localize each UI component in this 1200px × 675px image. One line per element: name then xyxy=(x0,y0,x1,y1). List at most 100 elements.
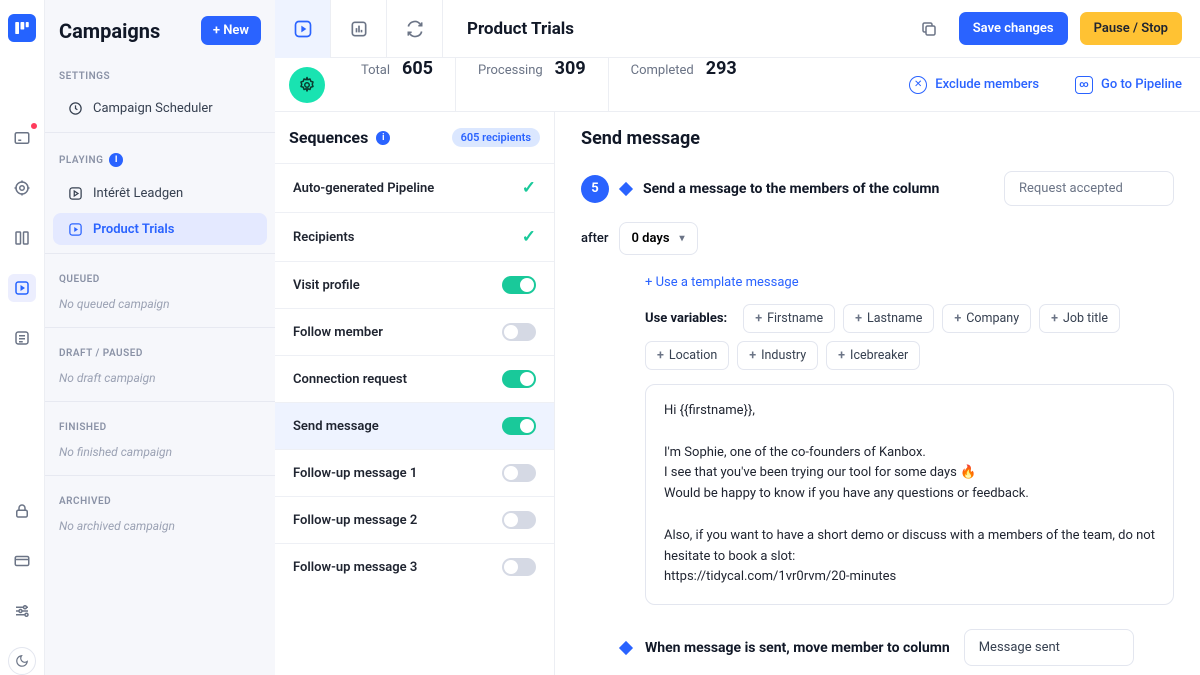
sequence-label: Follow-up message 2 xyxy=(293,513,417,528)
sequence-row[interactable]: Follow-up message 3 xyxy=(275,543,554,590)
sequences-panel: Sequences i 605 recipients Auto-generate… xyxy=(275,112,555,675)
info-icon[interactable]: i xyxy=(376,131,390,145)
x-circle-icon: ✕ xyxy=(909,76,927,94)
sequence-label: Follow-up message 1 xyxy=(293,466,417,481)
section-draft: DRAFT / PAUSED xyxy=(45,334,275,367)
list-icon[interactable] xyxy=(8,324,36,352)
sequence-row[interactable]: Recipients ✓ xyxy=(275,212,554,261)
delay-select[interactable]: 0 days ▾ xyxy=(619,222,698,255)
plus-icon: + xyxy=(855,311,862,326)
lock-icon[interactable] xyxy=(8,497,36,525)
sequences-title: Sequences xyxy=(289,128,368,147)
toggle[interactable] xyxy=(502,370,536,388)
variable-chip[interactable]: +Firstname xyxy=(743,304,835,333)
toggle[interactable] xyxy=(502,276,536,294)
archived-empty: No archived campaign xyxy=(45,515,275,543)
toggle[interactable] xyxy=(502,558,536,576)
campaign-scheduler-item[interactable]: Campaign Scheduler xyxy=(53,92,267,124)
theme-toggle-icon[interactable] xyxy=(8,647,36,675)
chevron-down-icon: ▾ xyxy=(680,233,685,244)
diamond-icon xyxy=(619,641,633,655)
step-title: Send a message to the members of the col… xyxy=(643,181,939,197)
after-label: after xyxy=(581,231,609,246)
toggle[interactable] xyxy=(502,464,536,482)
sequence-row[interactable]: Follow member xyxy=(275,308,554,355)
section-finished: FINISHED xyxy=(45,408,275,441)
sequence-label: Follow-up message 3 xyxy=(293,560,417,575)
check-icon: ✓ xyxy=(522,227,536,247)
step-number: 5 xyxy=(581,175,609,203)
billing-icon[interactable] xyxy=(8,547,36,575)
save-button[interactable]: Save changes xyxy=(959,12,1068,45)
section-settings: SETTINGS xyxy=(45,57,275,90)
draft-empty: No draft campaign xyxy=(45,367,275,395)
exclude-members-link[interactable]: ✕ Exclude members xyxy=(891,76,1057,94)
pipeline-icon: ∞ xyxy=(1075,76,1093,94)
gear-icon[interactable] xyxy=(289,67,325,103)
tool-sync-icon[interactable] xyxy=(387,0,443,58)
stat-total-value: 605 xyxy=(402,58,433,79)
sequence-label: Follow member xyxy=(293,325,383,340)
stat-completed-label: Completed xyxy=(631,63,694,78)
campaign-title: Product Trials xyxy=(443,19,911,39)
variable-chip[interactable]: +Job title xyxy=(1039,304,1120,333)
toggle[interactable] xyxy=(502,511,536,529)
sequence-row[interactable]: Send message xyxy=(275,402,554,449)
diamond-icon xyxy=(619,181,633,195)
plus-icon: + xyxy=(1051,311,1058,326)
main-area: Product Trials Save changes Pause / Stop… xyxy=(275,0,1200,675)
move-column-selector[interactable]: Message sent xyxy=(964,629,1134,666)
campaigns-icon[interactable] xyxy=(8,274,36,302)
sequence-label: Visit profile xyxy=(293,278,360,293)
sequence-label: Send message xyxy=(293,419,379,434)
variable-chip[interactable]: +Icebreaker xyxy=(826,341,920,370)
sequence-row[interactable]: Follow-up message 1 xyxy=(275,449,554,496)
toggle[interactable] xyxy=(502,417,536,435)
pause-button[interactable]: Pause / Stop xyxy=(1080,12,1182,45)
copy-icon[interactable] xyxy=(911,11,947,47)
tool-play-icon[interactable] xyxy=(275,0,331,58)
variable-chip[interactable]: +Company xyxy=(942,304,1031,333)
variable-chip[interactable]: +Lastname xyxy=(843,304,934,333)
nav-rail xyxy=(0,0,45,675)
topbar: Product Trials Save changes Pause / Stop xyxy=(275,0,1200,58)
toggle[interactable] xyxy=(502,323,536,341)
board-icon[interactable] xyxy=(8,224,36,252)
template-link[interactable]: + Use a template message xyxy=(645,275,1174,290)
sequence-row[interactable]: Connection request xyxy=(275,355,554,402)
info-icon[interactable]: i xyxy=(109,153,123,167)
sequence-row[interactable]: Visit profile xyxy=(275,261,554,308)
settings-sliders-icon[interactable] xyxy=(8,597,36,625)
campaigns-panel: Campaigns + New SETTINGS Campaign Schedu… xyxy=(45,0,275,675)
sequence-label: Recipients xyxy=(293,230,354,245)
app-logo[interactable] xyxy=(8,14,36,42)
go-pipeline-link[interactable]: ∞ Go to Pipeline xyxy=(1057,76,1200,94)
tool-stats-icon[interactable] xyxy=(331,0,387,58)
playing-item-0[interactable]: Intérêt Leadgen xyxy=(53,177,267,209)
queued-empty: No queued campaign xyxy=(45,293,275,321)
message-textarea[interactable]: Hi {{firstname}}, I'm Sophie, one of the… xyxy=(645,384,1174,605)
sequence-label: Connection request xyxy=(293,372,407,387)
sequence-row[interactable]: Auto-generated Pipeline✓ xyxy=(275,163,554,212)
plus-icon: + xyxy=(657,348,664,363)
vars-label: Use variables: xyxy=(645,311,727,326)
finished-empty: No finished campaign xyxy=(45,441,275,469)
target-icon[interactable] xyxy=(8,174,36,202)
variable-chip[interactable]: +Industry xyxy=(737,341,818,370)
item-label: Intérêt Leadgen xyxy=(93,186,183,201)
variable-chip[interactable]: +Location xyxy=(645,341,729,370)
section-playing: PLAYING i xyxy=(45,139,275,175)
section-queued: QUEUED xyxy=(45,260,275,293)
plus-icon: + xyxy=(755,311,762,326)
stat-processing-label: Processing xyxy=(478,63,543,78)
column-selector[interactable]: Request accepted xyxy=(1004,171,1174,206)
recipients-badge: 605 recipients xyxy=(452,128,540,147)
new-campaign-button[interactable]: + New xyxy=(201,16,261,45)
inbox-icon[interactable] xyxy=(8,124,36,152)
play-icon xyxy=(67,221,83,237)
check-icon: ✓ xyxy=(522,178,536,198)
stat-processing-value: 309 xyxy=(555,58,586,79)
playing-item-1[interactable]: Product Trials xyxy=(53,213,267,245)
editor-heading: Send message xyxy=(581,128,1174,149)
sequence-row[interactable]: Follow-up message 2 xyxy=(275,496,554,543)
